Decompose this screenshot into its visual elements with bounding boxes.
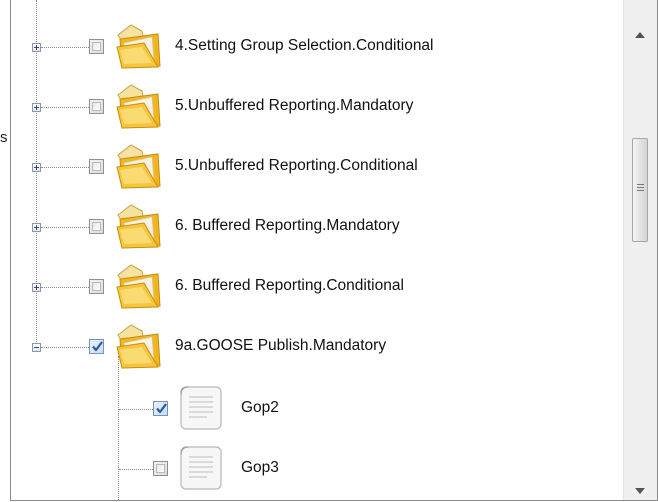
tree-node-folder[interactable]: 6. Buffered Reporting.Mandatory [11, 197, 611, 257]
node-checkbox[interactable] [153, 461, 168, 476]
checkmark-icon [92, 341, 103, 352]
arrow-down-icon [635, 488, 645, 494]
tree-node-label: Gop3 [241, 459, 279, 476]
scroll-down-button[interactable] [624, 478, 657, 500]
tree-connector [119, 469, 153, 470]
tree-connector [41, 347, 89, 348]
scrollbar-thumb[interactable] [632, 138, 648, 242]
tree-connector [41, 47, 89, 48]
folder-icon [116, 264, 161, 309]
tree-connector [119, 409, 153, 410]
tree-node-label: 6. Buffered Reporting.Conditional [175, 277, 404, 294]
folder-icon [116, 84, 161, 129]
expand-plus-icon[interactable] [32, 223, 41, 232]
tree-connector [41, 227, 89, 228]
tree-node-label: 9a.GOOSE Publish.Mandatory [175, 337, 387, 354]
document-icon [180, 386, 222, 430]
tree-node-label: 5.Unbuffered Reporting.Mandatory [175, 97, 414, 114]
node-checkbox-checked[interactable] [89, 339, 104, 354]
folder-icon [116, 204, 161, 249]
tree-node-folder[interactable]: 9a.GOOSE Publish.Mandatory [11, 317, 611, 377]
expand-plus-icon[interactable] [32, 163, 41, 172]
node-checkbox[interactable] [89, 279, 104, 294]
tree-view-panel: 4.Setting Group Selection.Conditional 5.… [10, 0, 658, 501]
node-checkbox[interactable] [89, 159, 104, 174]
node-checkbox[interactable] [89, 39, 104, 54]
folder-icon [116, 144, 161, 189]
scroll-up-button[interactable] [624, 22, 657, 50]
document-icon [180, 446, 222, 490]
tree-node-document[interactable]: Gop2 [11, 379, 611, 439]
tree-connector [41, 167, 89, 168]
node-checkbox-checked[interactable] [153, 401, 168, 416]
tree-node-document[interactable]: Gop3 [11, 439, 611, 499]
tree-connector [41, 107, 89, 108]
vertical-scrollbar[interactable] [623, 0, 657, 500]
tree-node-label: 5.Unbuffered Reporting.Conditional [175, 157, 418, 174]
folder-open-icon [116, 324, 161, 369]
tree-node-folder[interactable]: 4.Setting Group Selection.Conditional [11, 17, 611, 77]
tree-node-label: 4.Setting Group Selection.Conditional [175, 37, 434, 54]
grip-line [637, 190, 644, 191]
expand-plus-icon[interactable] [32, 283, 41, 292]
folder-icon [116, 24, 161, 69]
node-checkbox[interactable] [89, 99, 104, 114]
grip-line [637, 187, 644, 188]
node-checkbox[interactable] [89, 219, 104, 234]
checkmark-icon [156, 403, 167, 414]
tree-node-label: 6. Buffered Reporting.Mandatory [175, 217, 400, 234]
grip-icon [637, 184, 644, 185]
tree-view: 4.Setting Group Selection.Conditional 5.… [11, 0, 611, 500]
arrow-up-icon [635, 32, 645, 38]
expand-plus-icon[interactable] [32, 43, 41, 52]
expand-plus-icon[interactable] [32, 103, 41, 112]
tree-connector [41, 287, 89, 288]
tree-node-folder[interactable]: 5.Unbuffered Reporting.Conditional [11, 137, 611, 197]
collapse-minus-icon[interactable] [32, 343, 41, 352]
tree-node-label: Gop2 [241, 399, 279, 416]
tree-node-folder[interactable]: 6. Buffered Reporting.Conditional [11, 257, 611, 317]
tree-node-folder[interactable]: 5.Unbuffered Reporting.Mandatory [11, 77, 611, 137]
